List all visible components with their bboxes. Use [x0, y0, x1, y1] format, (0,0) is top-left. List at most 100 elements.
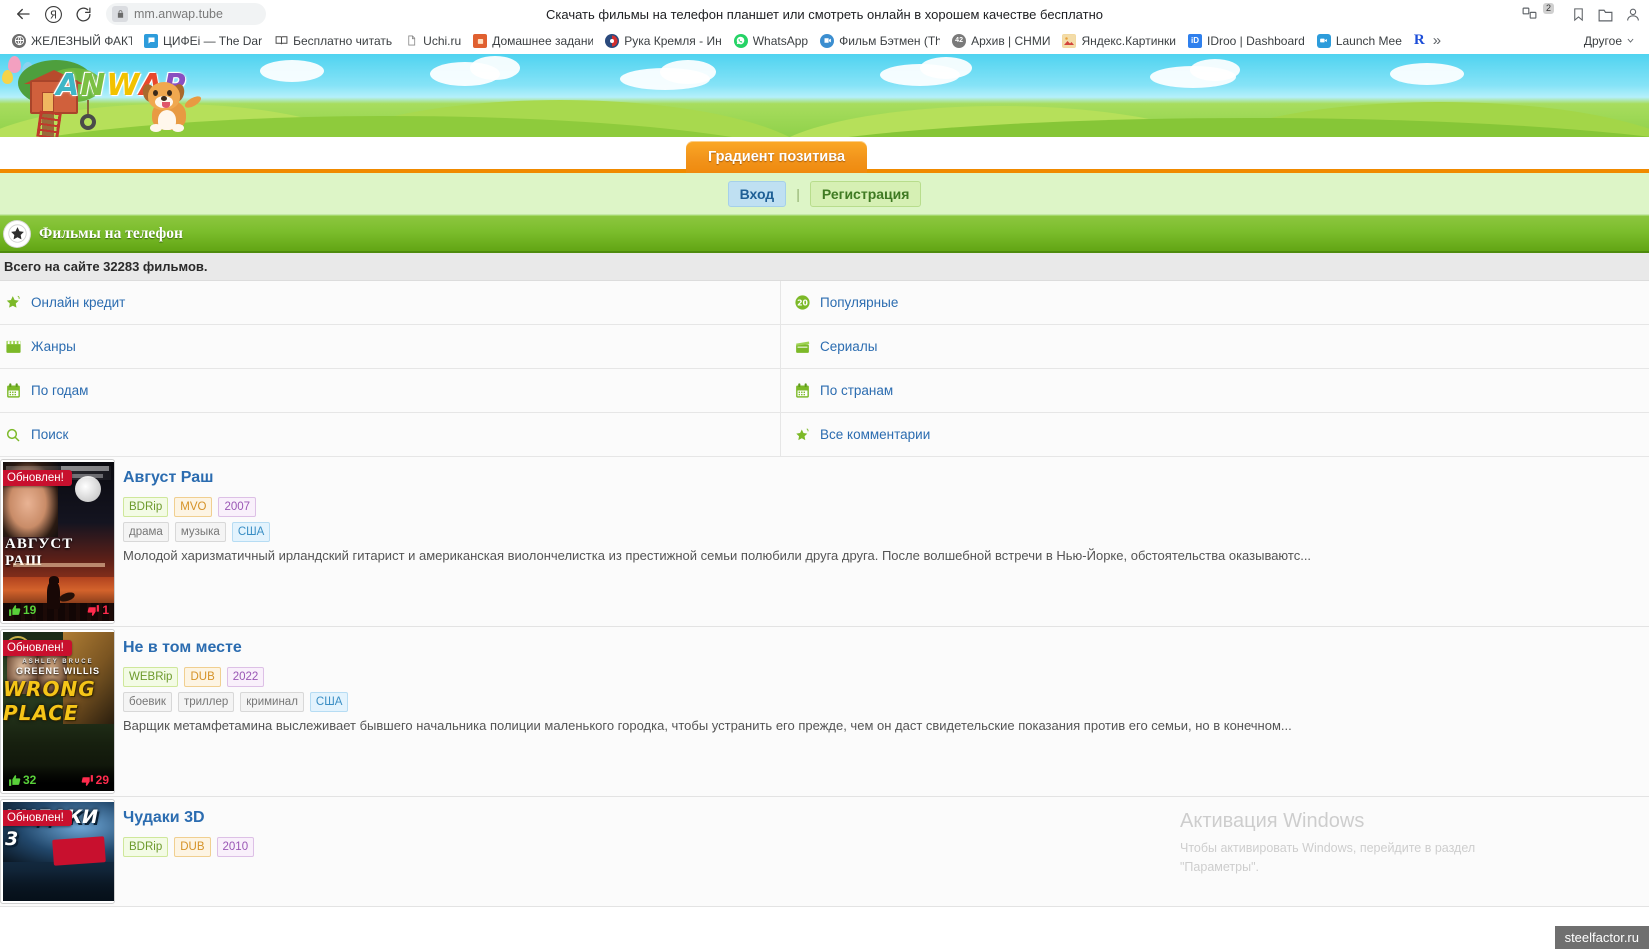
section-header: Фильмы на телефон	[0, 215, 1649, 253]
voice-tag[interactable]: MVO	[174, 497, 213, 517]
sidebar-item-genres[interactable]: Жанры	[0, 325, 780, 369]
bookmark-item[interactable]: Фильм Бэтмен (Th	[814, 32, 946, 50]
dislikes-count[interactable]: 29	[81, 773, 109, 787]
camera-icon	[1316, 33, 1331, 48]
idroo-icon: iD	[1187, 33, 1202, 48]
voice-tag[interactable]: DUB	[174, 837, 211, 857]
total-count-bar: Всего на сайте 32283 фильмов.	[0, 253, 1649, 281]
bookmark-item[interactable]: Uchi.ru	[398, 32, 467, 50]
nav-label: Онлайн кредит	[31, 295, 126, 310]
whatsapp-icon	[733, 33, 748, 48]
tab-gradient-positive[interactable]: Градиент позитива	[686, 141, 868, 173]
bookmark-item[interactable]: 42 Архив | СНМИ	[946, 32, 1056, 50]
sidebar-item-by-year[interactable]: По годам	[0, 369, 780, 413]
sidebar-item-search[interactable]: Поиск	[0, 413, 780, 457]
bookmarks-overflow-button[interactable]: »	[1427, 32, 1447, 49]
nav-label: Популярные	[820, 295, 899, 310]
nav-label: Все комментарии	[820, 427, 931, 442]
movie-genre-tags: драма музыка США	[123, 522, 1639, 542]
year-tag[interactable]: 2022	[226, 667, 265, 687]
genre-tag[interactable]: драма	[123, 522, 169, 542]
movie-description: Варщик метамфетамина выслеживает бывшего…	[123, 718, 1292, 733]
year-tag[interactable]: 2007	[218, 497, 257, 517]
downloads-icon[interactable]	[1597, 6, 1614, 23]
updated-badge: Обновлен!	[3, 810, 72, 826]
movie-poster[interactable]: ASHLEY BRUCE GREENE WILLIS WRONG PLACE О…	[0, 629, 115, 794]
bookmark-label: Uchi.ru	[423, 33, 462, 48]
back-arrow-icon[interactable]	[8, 1, 38, 27]
balloon-decoration	[2, 70, 13, 84]
yandex-logo-icon[interactable]: Я	[38, 1, 68, 27]
bookmark-star-icon[interactable]	[1571, 6, 1586, 23]
bookmarks-bar: ЖЕЛЕЗНЫЙ ФАКТ ЦИФЕi — The Dar Бесплатно …	[0, 28, 1649, 54]
genre-tag[interactable]: триллер	[177, 692, 235, 712]
bookmark-label: ЖЕЛЕЗНЫЙ ФАКТ	[31, 33, 132, 48]
reload-icon[interactable]	[68, 1, 98, 27]
bookmark-item[interactable]: Рука Кремля - Ин	[599, 32, 728, 50]
address-bar[interactable]: mm.anwap.tube	[106, 3, 266, 25]
country-tag[interactable]: США	[231, 522, 271, 542]
other-bookmarks-button[interactable]: Другое	[1584, 34, 1643, 48]
dislikes-value: 29	[95, 773, 109, 787]
sidebar-item-by-country[interactable]: По странам	[780, 369, 1649, 413]
bookmark-item[interactable]: Launch Mee	[1311, 32, 1408, 50]
bookmark-item[interactable]: WhatsApp	[728, 32, 814, 50]
poster-title-text: WRONG PLACE	[3, 677, 96, 725]
bookmark-label: Фильм Бэтмен (Th	[839, 33, 941, 48]
genre-tag[interactable]: боевик	[123, 692, 172, 712]
thumbs-up-icon	[9, 604, 21, 616]
bookmark-item[interactable]: iD IDroo | Dashboard	[1182, 32, 1311, 50]
likes-value: 32	[23, 773, 37, 787]
sidebar-item-popular[interactable]: 20 Популярные	[780, 281, 1649, 325]
voice-tag[interactable]: DUB	[184, 667, 221, 687]
site-tab-strip: Градиент позитива	[0, 137, 1649, 173]
likes-count[interactable]: 32	[8, 773, 36, 787]
nav-label: Жанры	[31, 339, 76, 354]
year-tag[interactable]: 2010	[216, 837, 255, 857]
updated-badge: Обновлен!	[3, 640, 72, 656]
image-icon	[1062, 33, 1077, 48]
nav-label: Поиск	[31, 427, 69, 442]
quality-tag[interactable]: BDRip	[123, 837, 169, 857]
genre-tag[interactable]: музыка	[174, 522, 226, 542]
movie-poster[interactable]: ЧУДАКИ 3 Обновлен!	[0, 799, 115, 904]
movie-list: АВГУСТ РАШ Обновлен! 19 1 Август Раш BDR…	[0, 457, 1649, 907]
number-42-icon: 42	[952, 33, 967, 48]
bookmark-label: Архив | СНМИ	[971, 33, 1051, 48]
bookmark-item[interactable]: ЖЕЛЕЗНЫЙ ФАКТ	[6, 32, 138, 50]
genre-tag[interactable]: криминал	[240, 692, 304, 712]
movie-title-link[interactable]: Не в том месте	[123, 639, 242, 657]
movie-poster[interactable]: АВГУСТ РАШ Обновлен! 19 1	[0, 459, 115, 624]
likes-count[interactable]: 19	[8, 603, 36, 617]
likes-value: 19	[23, 603, 37, 617]
nav-label: Сериалы	[820, 339, 878, 354]
movie-list-item[interactable]: ЧУДАКИ 3 Обновлен! Чудаки 3D BDRip DUB 2…	[0, 797, 1649, 907]
video-icon	[820, 33, 835, 48]
bookmark-item[interactable]: Домашнее задани	[467, 32, 599, 50]
profile-icon[interactable]	[1625, 6, 1641, 23]
movie-title-link[interactable]: Август Раш	[123, 469, 213, 487]
bookmark-item[interactable]: Яндекс.Картинки	[1056, 32, 1182, 50]
search-icon	[4, 426, 22, 444]
movie-list-item[interactable]: ASHLEY BRUCE GREENE WILLIS WRONG PLACE О…	[0, 627, 1649, 797]
dislikes-count[interactable]: 1	[87, 603, 109, 617]
quality-tag[interactable]: WEBRip	[123, 667, 179, 687]
sidebar-item-series[interactable]: Сериалы	[780, 325, 1649, 369]
sidebar-item-all-comments[interactable]: Все комментарии	[780, 413, 1649, 457]
country-tag[interactable]: США	[309, 692, 349, 712]
movie-list-item[interactable]: АВГУСТ РАШ Обновлен! 19 1 Август Раш BDR…	[0, 457, 1649, 627]
poster-actors-names: GREENE WILLIS	[15, 666, 100, 676]
svg-text:Я: Я	[49, 9, 56, 21]
bookmark-item[interactable]: ЦИФЕi — The Dar	[138, 32, 268, 50]
bookmark-item[interactable]: R	[1408, 30, 1427, 51]
auth-separator: |	[796, 185, 800, 202]
sidebar-item-online-credit[interactable]: Онлайн кредит	[0, 281, 780, 325]
register-button[interactable]: Регистрация	[809, 180, 922, 207]
login-button[interactable]: Вход	[727, 180, 787, 207]
extensions-icon[interactable]	[1521, 6, 1538, 23]
quality-tag[interactable]: BDRip	[123, 497, 169, 517]
bookmark-item[interactable]: Бесплатно читать	[268, 32, 398, 50]
thumbs-down-icon	[87, 604, 100, 616]
thumbs-down-icon	[81, 774, 93, 786]
movie-title-link[interactable]: Чудаки 3D	[123, 809, 205, 827]
